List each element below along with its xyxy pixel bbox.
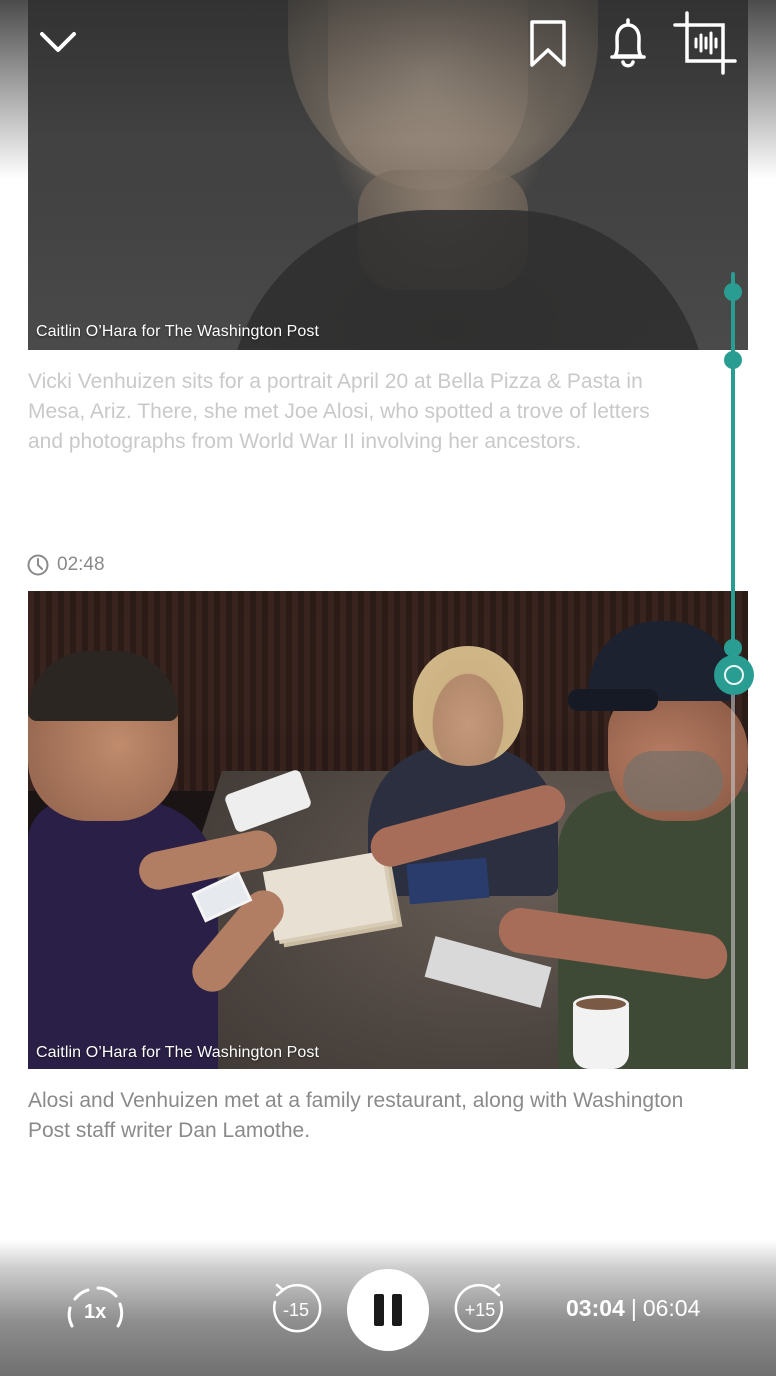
photo-credit: Caitlin O’Hara for The Washington Post: [36, 1044, 320, 1061]
timeline-progress[interactable]: [731, 272, 735, 674]
chevron-down-icon: [40, 32, 76, 52]
photo-folder: [406, 857, 490, 905]
notifications-button[interactable]: [604, 14, 652, 72]
photo-caption: Alosi and Venhuizen met at a family rest…: [28, 1089, 684, 1142]
photo-man-left-hair: [28, 651, 178, 721]
photo-caption: Vicki Venhuizen sits for a portrait Apri…: [28, 370, 650, 453]
playback-time: 03:04 | 06:04: [566, 1295, 700, 1322]
timeline-track[interactable]: [731, 674, 735, 1070]
photo-woman-head: [413, 646, 523, 766]
bookmark-button[interactable]: [524, 16, 572, 72]
playback-speed-label: 1x: [84, 1301, 107, 1323]
segment-timestamp[interactable]: 02:48: [27, 554, 105, 576]
top-bar: [0, 0, 776, 90]
time-separator: |: [630, 1295, 637, 1321]
photo-man-right-beard: [623, 751, 723, 811]
forward-label: +15: [464, 1299, 496, 1320]
clock-icon: [27, 554, 49, 576]
pause-icon: [392, 1294, 402, 1326]
timeline-marker[interactable]: [724, 283, 742, 301]
photo-coffee-cup-top: [573, 995, 629, 1013]
pause-icon: [374, 1294, 384, 1326]
collapse-button[interactable]: [34, 20, 82, 64]
timeline-scrubber-handle[interactable]: [714, 655, 754, 695]
restaurant-photo[interactable]: Caitlin O’Hara for The Washington Post: [28, 591, 748, 1069]
total-time: 06:04: [642, 1295, 701, 1321]
photo-man-right: [528, 621, 748, 1069]
rewind-label: -15: [282, 1299, 309, 1320]
clip-audio-button[interactable]: [672, 10, 738, 76]
timeline-marker[interactable]: [724, 351, 742, 369]
playback-speed-button[interactable]: 1x: [60, 1282, 130, 1342]
current-time: 03:04: [566, 1295, 625, 1321]
clip-audio-icon: [673, 11, 737, 75]
photo-credit: Caitlin O’Hara for The Washington Post: [36, 323, 320, 340]
forward-15-button[interactable]: +15: [450, 1280, 510, 1340]
pause-button[interactable]: [347, 1269, 429, 1351]
photo-man-right-brim: [568, 689, 658, 711]
bell-icon: [610, 18, 646, 68]
timestamp-label: 02:48: [57, 554, 105, 575]
rewind-15-button[interactable]: -15: [266, 1280, 326, 1340]
photo-man-left-body: [28, 801, 218, 1069]
bookmark-icon: [530, 20, 566, 67]
